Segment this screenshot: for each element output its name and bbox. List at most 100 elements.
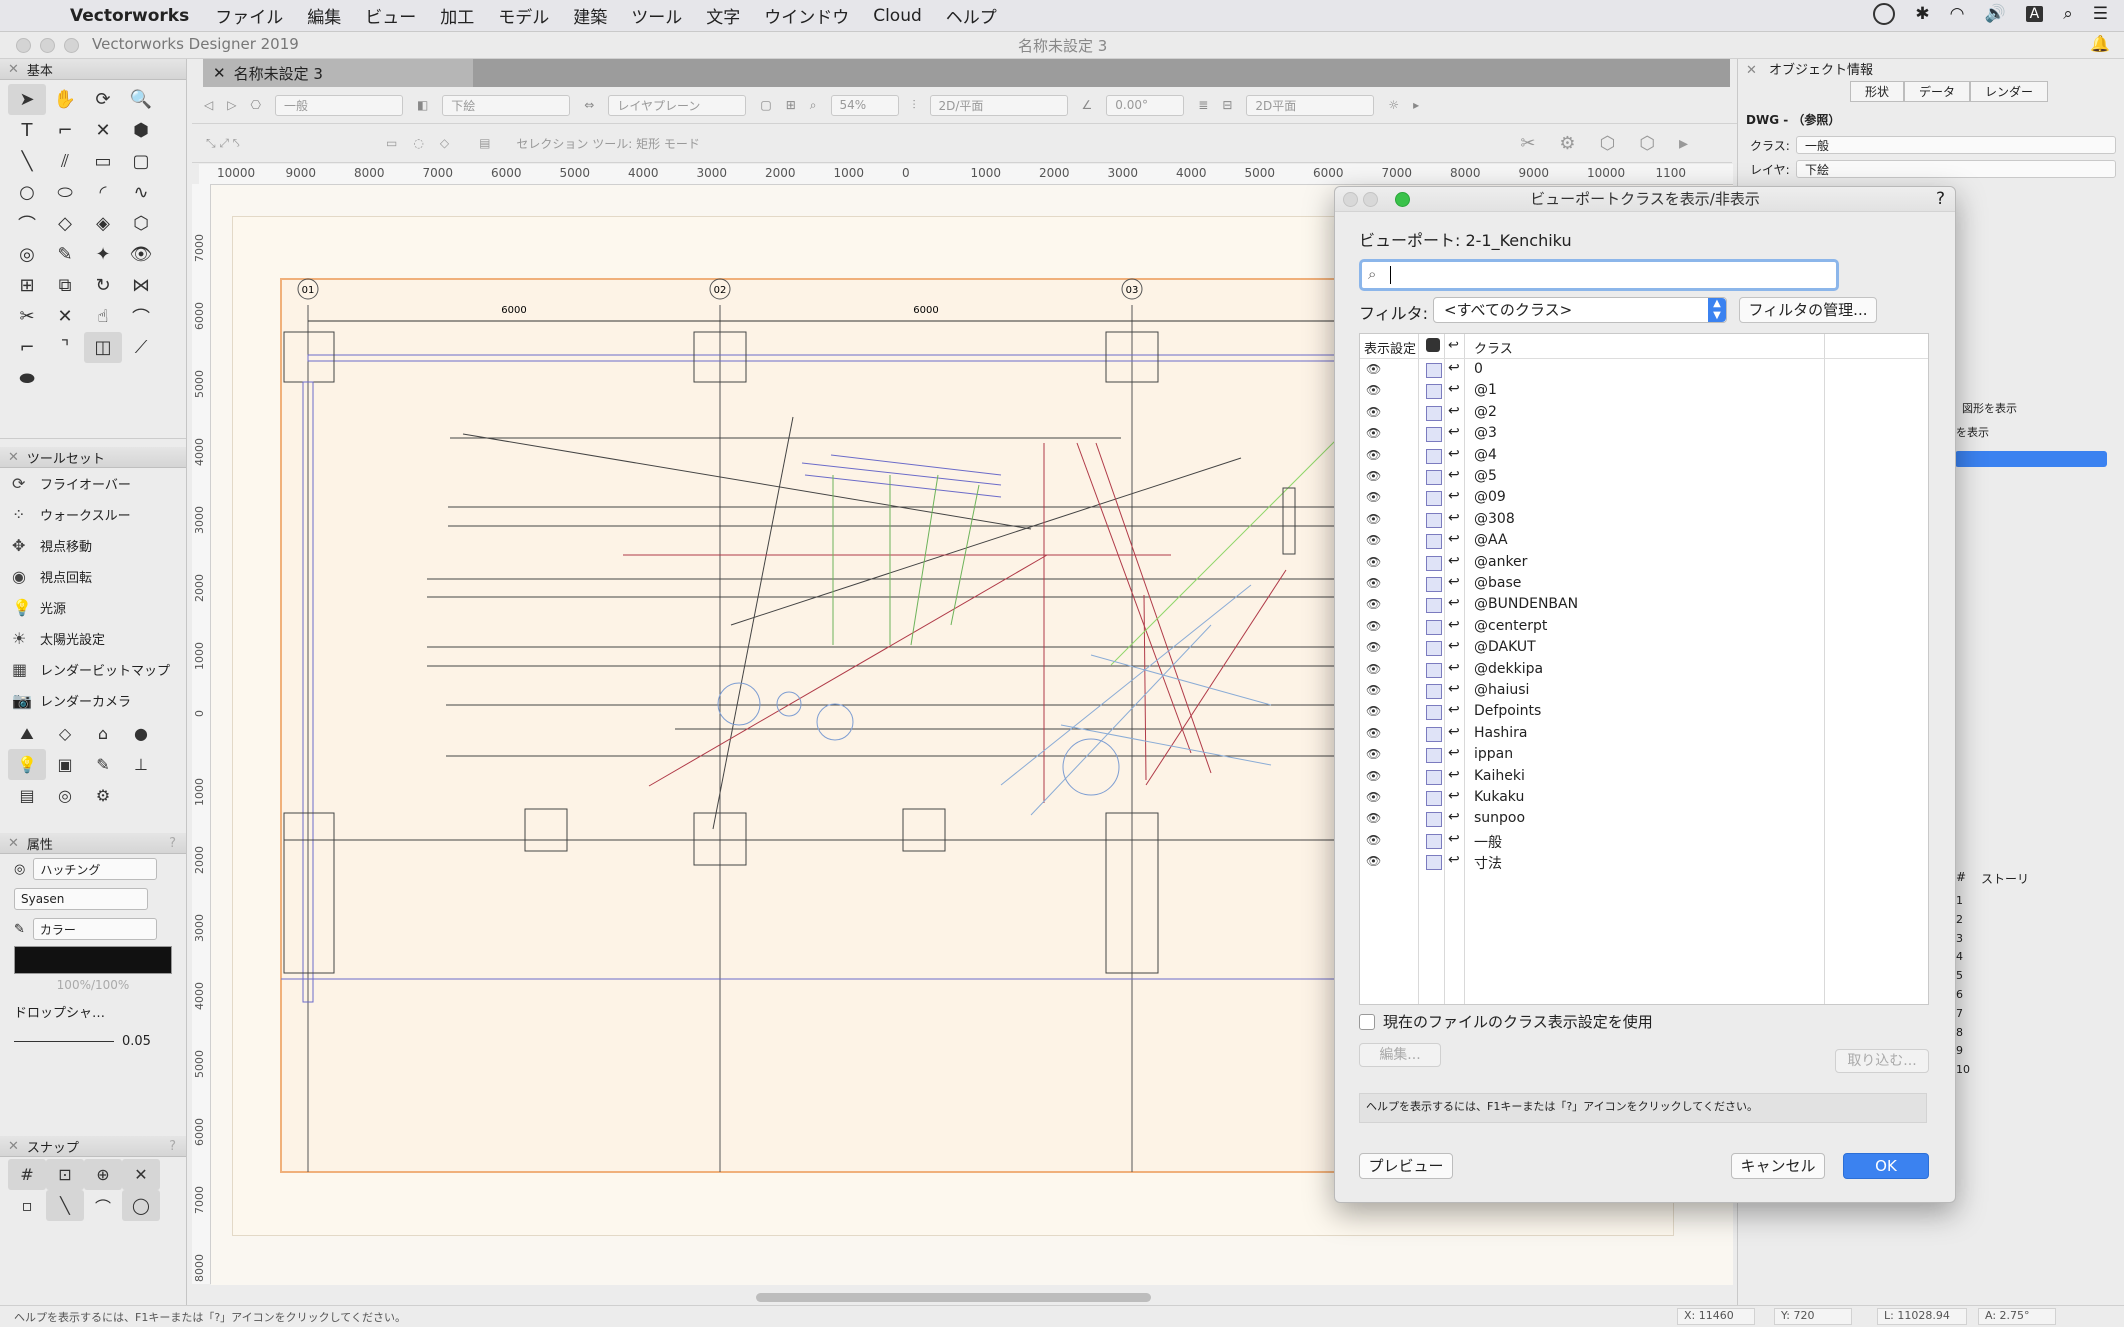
line-weight-value[interactable]: 0.05 [122,1034,151,1049]
eye-icon[interactable]: 👁 [1366,640,1381,654]
eye-icon[interactable]: 👁 [1366,726,1381,740]
poly-mode-icon[interactable]: ◇ [440,136,449,150]
class-style-icon[interactable] [1426,405,1442,421]
story-num[interactable]: 1 [1956,892,1970,911]
stack-icon[interactable]: ≣ [1198,98,1208,112]
manage-filters-button[interactable]: フィルタの管理... [1739,297,1877,323]
horizontal-scrollbar[interactable] [756,1293,1151,1302]
eye-icon[interactable]: 👁 [1366,747,1381,761]
eye-icon[interactable]: 👁 [1366,362,1381,376]
pen-color-swatch[interactable] [14,946,172,974]
mode-icons[interactable]: ⤡ ⤢ ⤣ [206,136,326,151]
arc-tool-icon[interactable]: ◜ [84,177,122,208]
snap-intersection-icon[interactable]: ✕ [122,1159,160,1190]
visualization-icon[interactable]: 💡 [8,749,46,780]
toolset-item-light[interactable]: 💡 光源 [0,592,186,623]
eraser-tool-icon[interactable]: ◫ [84,332,122,363]
filter-select[interactable]: <すべてのクラス> ▲ ▼ [1433,297,1727,323]
class-style-icon[interactable] [1426,769,1442,785]
circle-tool-icon[interactable]: ○ [8,177,46,208]
toolset-item-render-camera[interactable]: 📷 レンダーカメラ [0,685,186,716]
class-style-icon[interactable] [1426,684,1442,699]
eye-icon[interactable]: 👁 [1366,854,1381,868]
clip-tool-icon[interactable]: ⟋ [122,332,160,363]
snap-tangent-icon[interactable]: ⌒ [84,1190,122,1221]
hand-tool-icon[interactable]: ☝ [84,301,122,332]
eye-icon[interactable]: 👁 [1366,597,1381,611]
visibility-toggle-icon[interactable]: ↩ [1448,553,1460,569]
class-style-icon[interactable] [1426,726,1442,742]
view-select[interactable]: 2D/平面 [929,94,1068,116]
input-method-icon[interactable]: A [2025,6,2044,22]
class-row[interactable]: 👁 ↩ @centerpt [1360,617,1928,638]
class-row[interactable]: 👁 ↩ @dekkipa [1360,660,1928,681]
story-num[interactable]: 4 [1956,948,1970,967]
visibility-toggle-icon[interactable]: ↩ [1448,467,1460,483]
visibility-toggle-icon[interactable]: ↩ [1448,681,1460,697]
angle-icon[interactable]: ∠ [1082,98,1093,112]
toolset-item-render-bitmap[interactable]: ▦ レンダービットマップ [0,654,186,685]
snap-angle-icon[interactable]: ⊕ [84,1159,122,1190]
eye-icon[interactable]: 👁 [1366,619,1381,633]
toolset-item-walkthrough[interactable]: ⁘ ウォークスルー [0,499,186,530]
line-tool-icon[interactable]: ╲ [8,146,46,177]
hatch-name-select[interactable]: Syasen [14,888,148,910]
forward-icon[interactable]: ▷ [227,98,236,112]
notification-list-icon[interactable]: ☰ [2093,4,2108,24]
eyedropper-tool-icon[interactable]: ✎ [46,239,84,270]
class-style-icon[interactable] [1426,363,1442,378]
visibility-toggle-icon[interactable]: ↩ [1448,595,1460,611]
eye-icon[interactable]: 👁 [1366,769,1381,783]
fit-icon[interactable]: ⊞ [786,98,796,112]
bell-icon[interactable]: 🔔 [2090,34,2110,53]
class-row[interactable]: 👁 ↩ @haiusi [1360,681,1928,702]
terrain-icon[interactable]: ⛰ [8,718,46,749]
eye-icon[interactable]: 👁 [1366,662,1381,676]
story-num[interactable]: 2 [1956,911,1970,930]
use-file-settings-checkbox[interactable]: 現在のファイルのクラス表示設定を使用 [1359,1011,1653,1032]
class-search-field[interactable]: ⌕ [1359,259,1839,291]
fill-type-select[interactable]: ハッチング [33,858,158,880]
more-icon[interactable]: ▸ [1413,98,1419,112]
render-select[interactable]: 2D平面 [1246,94,1375,116]
visibility-toggle-icon[interactable]: ↩ [1448,831,1460,847]
pan-tool-icon[interactable]: ✋ [46,84,84,115]
class-style-icon[interactable] [1426,470,1442,485]
eye-icon[interactable]: 👁 [1366,790,1381,804]
oval-tool-icon[interactable]: ⬭ [46,177,84,208]
eye-icon[interactable]: 👁 [1366,383,1381,397]
back-icon[interactable]: ◁ [204,98,213,112]
toolset-item-rotate-view[interactable]: ◉ 視点回転 [0,561,186,592]
mep-icon[interactable]: ⊥ [122,749,160,780]
check-column-icon[interactable]: ↩ [1448,338,1459,353]
eye-icon[interactable]: 👁 [1366,448,1381,462]
menu-window[interactable]: ウインドウ [764,3,849,28]
class-row[interactable]: 👁 ↩ @308 [1360,510,1928,531]
polygon-tool-icon[interactable]: ◇ [46,208,84,239]
snap-distance-icon[interactable]: ▫ [8,1190,46,1221]
split-tool-icon[interactable]: ✂ [8,301,46,332]
class-style-column-icon[interactable] [1426,338,1440,352]
plane-icon[interactable]: ◇ [46,718,84,749]
eye-icon[interactable]: 👁 [1366,683,1381,697]
tab-render[interactable]: レンダー [1970,81,2049,102]
building-icon[interactable]: ⌂ [84,718,122,749]
lighting-icon[interactable]: ☼ [1388,98,1399,112]
story-num[interactable]: 3 [1956,930,1970,949]
help-icon[interactable]: ? [169,1139,176,1154]
class-row[interactable]: 👁 ↩ 一般 [1360,831,1928,852]
rounded-rect-tool-icon[interactable]: ▢ [122,146,160,177]
menu-app-name[interactable]: Vectorworks [70,6,189,26]
class-style-icon[interactable] [1426,427,1442,443]
snap-object-icon[interactable]: ⊡ [46,1159,84,1190]
offset-tool-icon[interactable]: ⧉ [46,270,84,301]
rotate-tool-icon[interactable]: ↻ [84,270,122,301]
dialog-minimize-button[interactable] [1363,192,1378,207]
class-style-icon[interactable] [1426,662,1442,678]
ok-button[interactable]: OK [1843,1153,1929,1179]
menu-tools[interactable]: ツール [631,3,682,28]
story-num[interactable]: 10 [1956,1061,1970,1080]
visibility-toggle-icon[interactable]: ↩ [1448,424,1460,440]
class-row[interactable]: 👁 ↩ Kaiheki [1360,767,1928,788]
close-icon[interactable]: ✕ [213,64,226,82]
